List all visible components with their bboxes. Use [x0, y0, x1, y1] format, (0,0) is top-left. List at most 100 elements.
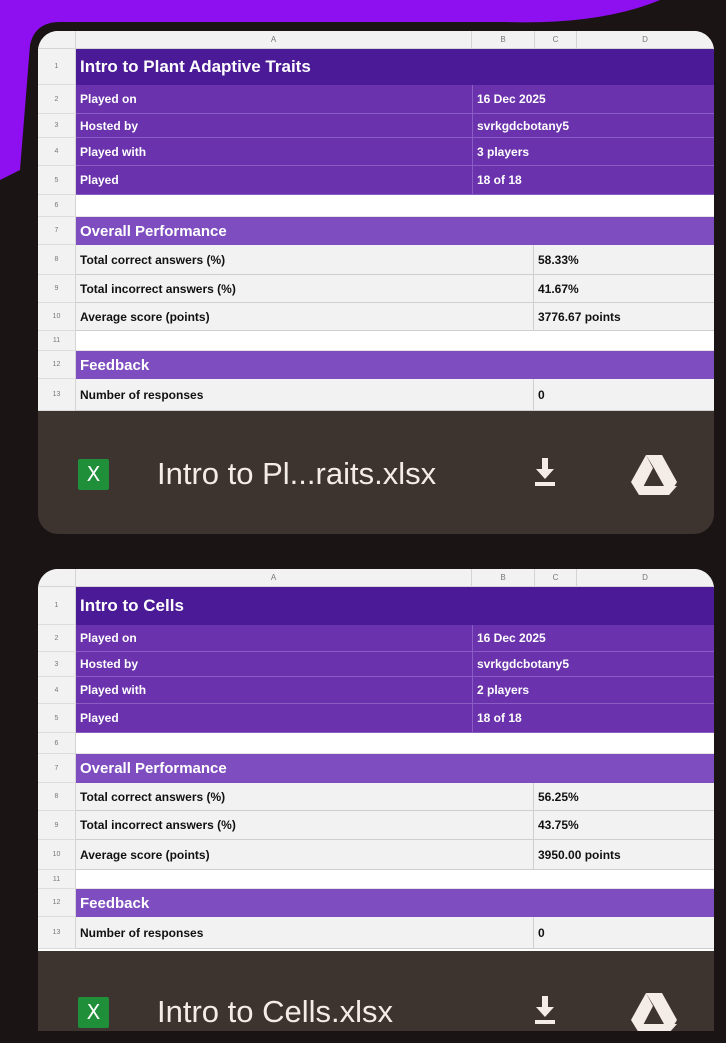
- section-header-row: 7 Overall Performance: [38, 217, 714, 245]
- attachment-card-2[interactable]: A B C D 1 Intro to Cells 2 Played on 16 D…: [38, 569, 714, 1031]
- row-number: 12: [38, 889, 76, 917]
- data-label: Number of responses: [80, 925, 204, 940]
- data-label: Average score (points): [80, 309, 210, 324]
- info-row: 2 Played on 16 Dec 2025: [38, 625, 714, 652]
- data-row: 10 Average score (points) 3950.00 points: [38, 840, 714, 870]
- row-number: 10: [38, 303, 76, 331]
- excel-icon: X: [78, 459, 109, 490]
- data-label: Total correct answers (%): [80, 252, 226, 267]
- data-label: Number of responses: [80, 387, 204, 402]
- data-label: Total incorrect answers (%): [80, 281, 236, 296]
- row-number: 4: [38, 677, 76, 704]
- info-row: 2 Played on 16 Dec 2025: [38, 85, 714, 114]
- file-name[interactable]: Intro to Cells.xlsx: [157, 994, 393, 1030]
- data-row: 9 Total incorrect answers (%) 41.67%: [38, 275, 714, 303]
- download-icon[interactable]: [534, 996, 556, 1024]
- info-row: 5 Played 18 of 18: [38, 704, 714, 733]
- row-number: 1: [38, 587, 76, 625]
- performance-heading: Overall Performance: [80, 222, 227, 240]
- row-number: 5: [38, 704, 76, 733]
- column-header-c: C: [535, 31, 577, 49]
- data-value: 58.33%: [533, 245, 714, 274]
- info-label: Played: [80, 173, 119, 187]
- row-number: 3: [38, 652, 76, 677]
- feedback-heading: Feedback: [80, 356, 150, 374]
- row-number: 10: [38, 840, 76, 870]
- data-value: 41.67%: [533, 275, 714, 302]
- column-header-b: B: [472, 569, 535, 587]
- corner-header: [38, 31, 76, 49]
- info-row: 4 Played with 3 players: [38, 138, 714, 166]
- row-number: 3: [38, 114, 76, 138]
- feedback-heading: Feedback: [80, 894, 150, 912]
- column-header-b: B: [472, 31, 535, 49]
- column-header-d: D: [577, 569, 714, 587]
- column-header-a: A: [76, 569, 472, 587]
- column-header-a: A: [76, 31, 472, 49]
- data-label: Total incorrect answers (%): [80, 818, 236, 832]
- column-header-c: C: [535, 569, 577, 587]
- file-name[interactable]: Intro to Pl...raits.xlsx: [157, 456, 436, 492]
- google-drive-icon[interactable]: [631, 455, 677, 495]
- row-number: 11: [38, 870, 76, 889]
- row-number: 13: [38, 379, 76, 411]
- download-icon[interactable]: [534, 458, 556, 486]
- spreadsheet-preview-1: A B C D 1 Intro to Plant Adaptive Traits…: [38, 31, 714, 411]
- row-number: 6: [38, 195, 76, 217]
- row-number: 2: [38, 85, 76, 114]
- info-value: svrkgdcbotany5: [472, 652, 714, 676]
- corner-header: [38, 569, 76, 587]
- file-bar: X Intro to Pl...raits.xlsx: [38, 414, 714, 534]
- row-number: 8: [38, 245, 76, 275]
- data-label: Average score (points): [80, 847, 210, 862]
- row-number: 13: [38, 917, 76, 949]
- row-number: 12: [38, 351, 76, 379]
- info-label: Played with: [80, 683, 147, 697]
- section-header-row: 7 Overall Performance: [38, 754, 714, 783]
- info-value: 16 Dec 2025: [472, 85, 714, 113]
- section-header-row: 12 Feedback: [38, 889, 714, 917]
- row-number: 9: [38, 275, 76, 303]
- info-value: 18 of 18: [472, 166, 714, 194]
- data-row: 13 Number of responses 0: [38, 917, 714, 949]
- info-value: 18 of 18: [472, 704, 714, 732]
- blank-row: 11: [38, 331, 714, 351]
- info-label: Played: [80, 711, 119, 725]
- data-value: 3776.67 points: [533, 303, 714, 330]
- info-label: Hosted by: [80, 657, 139, 671]
- data-row: 8 Total correct answers (%) 58.33%: [38, 245, 714, 275]
- info-row: 5 Played 18 of 18: [38, 166, 714, 195]
- data-row: 8 Total correct answers (%) 56.25%: [38, 783, 714, 811]
- section-header-row: 12 Feedback: [38, 351, 714, 379]
- spreadsheet-preview-2: A B C D 1 Intro to Cells 2 Played on 16 D…: [38, 569, 714, 951]
- info-row: 3 Hosted by svrkgdcbotany5: [38, 114, 714, 138]
- info-label: Played on: [80, 92, 137, 106]
- data-value: 0: [533, 379, 714, 410]
- blank-row: 6: [38, 733, 714, 754]
- file-bar: X Intro to Cells.xlsx: [38, 951, 714, 1031]
- data-value: 56.25%: [533, 783, 714, 810]
- info-value: svrkgdcbotany5: [472, 114, 714, 137]
- data-value: 0: [533, 917, 714, 948]
- data-row: 13 Number of responses 0: [38, 379, 714, 411]
- attachment-card-1[interactable]: A B C D 1 Intro to Plant Adaptive Traits…: [38, 31, 714, 534]
- data-row: 10 Average score (points) 3776.67 points: [38, 303, 714, 331]
- blank-row: 11: [38, 870, 714, 889]
- row-number: 9: [38, 811, 76, 840]
- performance-heading: Overall Performance: [80, 760, 227, 777]
- data-value: 43.75%: [533, 811, 714, 839]
- row-number: 6: [38, 733, 76, 754]
- data-row: 9 Total incorrect answers (%) 43.75%: [38, 811, 714, 840]
- google-drive-icon[interactable]: [631, 993, 677, 1031]
- info-value: 3 players: [472, 138, 714, 165]
- row-number: 5: [38, 166, 76, 195]
- info-label: Played on: [80, 631, 137, 645]
- row-number: 2: [38, 625, 76, 652]
- excel-icon: X: [78, 997, 109, 1028]
- info-row: 3 Hosted by svrkgdcbotany5: [38, 652, 714, 677]
- info-label: Played with: [80, 144, 147, 159]
- info-row: 4 Played with 2 players: [38, 677, 714, 704]
- sheet-title: Intro to Cells: [80, 596, 184, 615]
- sheet-title-row: 1 Intro to Cells: [38, 587, 714, 625]
- info-label: Hosted by: [80, 118, 139, 133]
